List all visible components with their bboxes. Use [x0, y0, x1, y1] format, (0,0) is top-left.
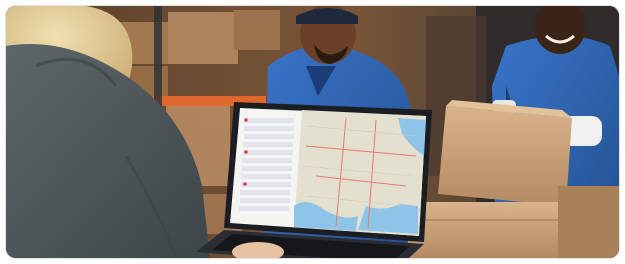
warehouse-photo	[6, 6, 619, 258]
photo-card	[6, 6, 619, 258]
carried-box	[438, 100, 572, 206]
